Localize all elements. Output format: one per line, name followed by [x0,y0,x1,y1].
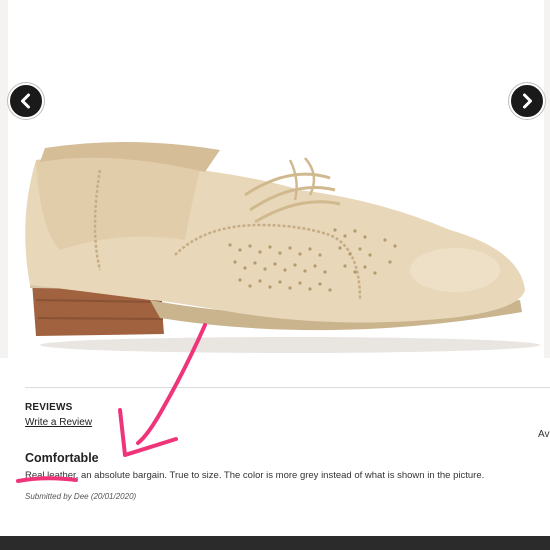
gallery-prev-button[interactable] [8,83,44,119]
product-image-shoe [25,141,540,353]
gallery-next-button[interactable] [509,83,545,119]
write-review-link[interactable]: Write a Review [25,417,92,428]
reviews-heading: REVIEWS [25,402,73,413]
product-image-area [0,0,550,358]
review-body: Real leather, an absolute bargain. True … [25,470,485,481]
reviews-divider [25,387,550,388]
average-rating-label: Av [538,429,550,440]
page-gap [0,518,550,536]
review-submitted-by: Submitted by Dee (20/01/2020) [25,492,137,501]
chevron-right-icon [523,93,532,109]
bottom-dark-strip [0,536,550,550]
chevron-left-icon [21,93,30,109]
review-title: Comfortable [25,451,99,465]
